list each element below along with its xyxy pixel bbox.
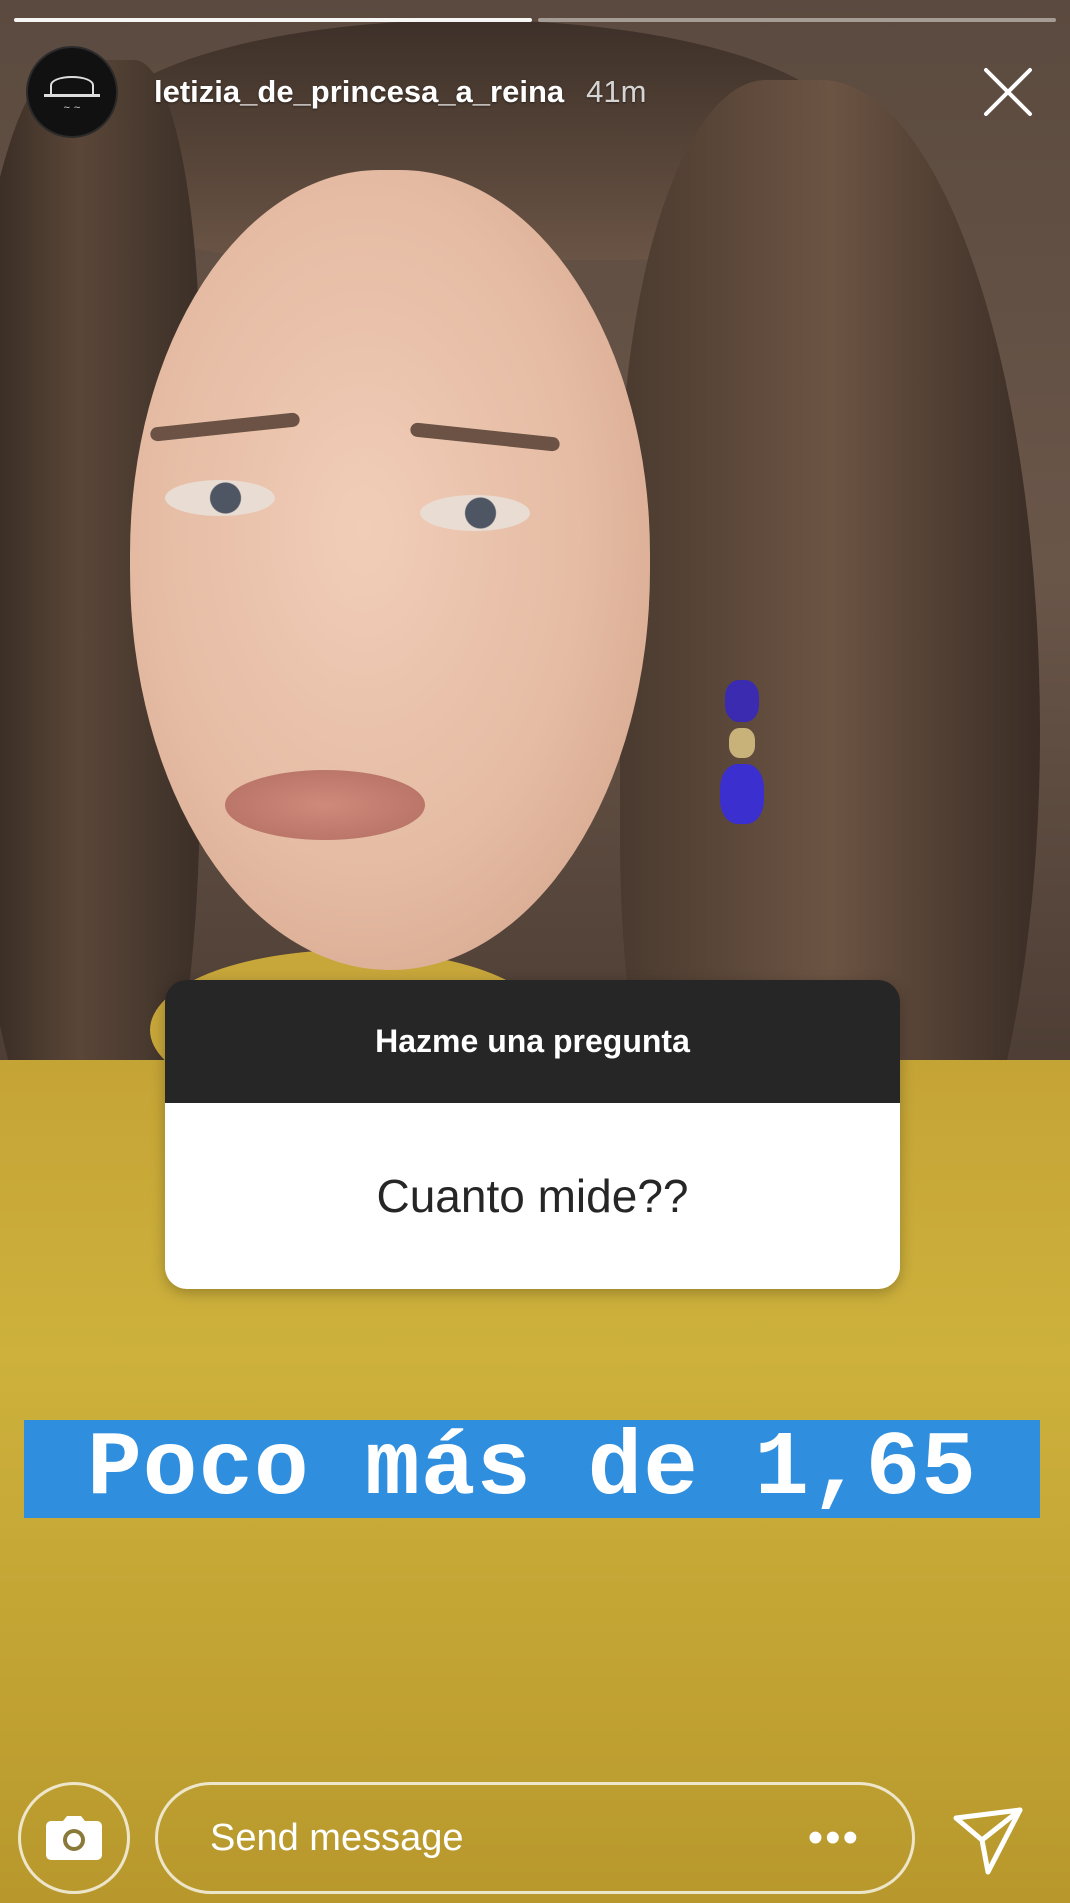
question-sticker[interactable]: Hazme una pregunta Cuanto mide??: [165, 980, 900, 1289]
camera-icon: [46, 1816, 102, 1860]
story-viewer: ~ ~ letizia_de_princesa_a_reina 41m Hazm…: [0, 0, 1070, 1903]
progress-segment: [14, 18, 532, 22]
more-options-icon[interactable]: •••: [808, 1813, 860, 1863]
story-header: ~ ~ letizia_de_princesa_a_reina 41m: [26, 46, 1050, 138]
avatar[interactable]: ~ ~: [26, 46, 118, 138]
send-icon: [953, 1807, 1023, 1875]
question-sticker-title: Hazme una pregunta: [165, 980, 900, 1103]
story-progress-bar: [14, 18, 1056, 22]
answer-text: Poco más de 1,65: [87, 1417, 977, 1521]
send-message-input[interactable]: Send message •••: [155, 1782, 915, 1894]
answer-text-box: Poco más de 1,65: [24, 1417, 1040, 1521]
username[interactable]: letizia_de_princesa_a_reina: [154, 74, 564, 110]
post-time: 41m: [586, 74, 647, 109]
progress-segment: [538, 18, 1056, 22]
camera-button[interactable]: [18, 1782, 130, 1894]
question-text: Cuanto mide??: [165, 1103, 900, 1289]
send-button[interactable]: [948, 1800, 1028, 1880]
tiara-logo-icon: [44, 72, 100, 97]
close-icon: [984, 68, 1032, 116]
earring: [720, 680, 764, 830]
message-placeholder: Send message: [210, 1816, 464, 1859]
close-button[interactable]: [976, 60, 1040, 124]
story-photo: [0, 0, 1070, 1903]
